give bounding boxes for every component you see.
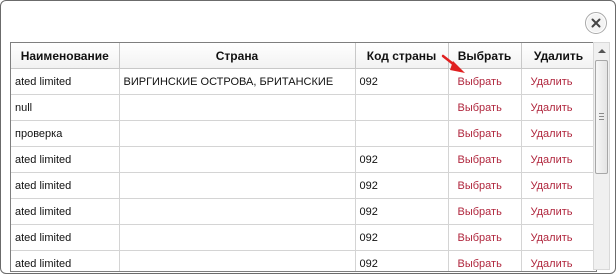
header-select[interactable]: Выбрать — [448, 43, 522, 69]
table-row: ated limited 092 Выбрать Удалить — [11, 198, 596, 225]
delete-link[interactable]: Удалить — [521, 68, 596, 95]
cell-code — [355, 94, 449, 121]
select-link[interactable]: Выбрать — [448, 68, 522, 95]
close-icon — [591, 18, 601, 28]
cell-name: ated limited — [11, 146, 120, 173]
cell-code: 092 — [355, 172, 449, 199]
select-link[interactable]: Выбрать — [448, 224, 522, 251]
cell-country — [119, 172, 356, 199]
close-button[interactable] — [585, 12, 607, 34]
table-row: ated limited ВИРГИНСКИЕ ОСТРОВА, БРИТАНС… — [11, 68, 596, 95]
cell-country — [119, 250, 356, 271]
cell-country — [119, 94, 356, 121]
cell-code — [355, 120, 449, 147]
cell-name: ated limited — [11, 198, 120, 225]
table-header-row: Наименование Страна Код страны Выбрать У… — [11, 43, 596, 69]
cell-country — [119, 224, 356, 251]
scroll-thumb[interactable] — [595, 60, 608, 174]
chevron-up-icon — [597, 48, 606, 53]
delete-link[interactable]: Удалить — [521, 198, 596, 225]
delete-link[interactable]: Удалить — [521, 146, 596, 173]
cell-name: ated limited — [11, 250, 120, 271]
table-row: проверка Выбрать Удалить — [11, 120, 596, 147]
table-row: ated limited 092 Выбрать Удалить — [11, 250, 596, 271]
cell-country — [119, 120, 356, 147]
table-container: Наименование Страна Код страны Выбрать У… — [10, 42, 597, 272]
delete-link[interactable]: Удалить — [521, 250, 596, 271]
dialog-window: Наименование Страна Код страны Выбрать У… — [0, 0, 616, 274]
select-link[interactable]: Выбрать — [448, 94, 522, 121]
delete-link[interactable]: Удалить — [521, 94, 596, 121]
vertical-scrollbar[interactable] — [593, 42, 610, 270]
table-row: ated limited 092 Выбрать Удалить — [11, 146, 596, 173]
grip-line — [599, 119, 604, 120]
select-link[interactable]: Выбрать — [448, 198, 522, 225]
header-country[interactable]: Страна — [119, 43, 356, 69]
table-row: ated limited 092 Выбрать Удалить — [11, 224, 596, 251]
delete-link[interactable]: Удалить — [521, 120, 596, 147]
cell-name: ated limited — [11, 68, 120, 95]
header-name[interactable]: Наименование — [11, 43, 120, 69]
records-table: Наименование Страна Код страны Выбрать У… — [11, 43, 596, 271]
table-row: ated limited 092 Выбрать Удалить — [11, 172, 596, 199]
cell-code: 092 — [355, 224, 449, 251]
cell-country — [119, 198, 356, 225]
select-link[interactable]: Выбрать — [448, 120, 522, 147]
cell-name: null — [11, 94, 120, 121]
table-row: null Выбрать Удалить — [11, 94, 596, 121]
cell-code: 092 — [355, 146, 449, 173]
grip-line — [599, 116, 604, 117]
select-link[interactable]: Выбрать — [448, 146, 522, 173]
cell-code: 092 — [355, 250, 449, 271]
header-country-code[interactable]: Код страны — [355, 43, 449, 69]
scroll-up-button[interactable] — [594, 43, 609, 58]
cell-name: проверка — [11, 120, 120, 147]
grip-line — [599, 113, 604, 114]
cell-code: 092 — [355, 198, 449, 225]
cell-country — [119, 146, 356, 173]
cell-country: ВИРГИНСКИЕ ОСТРОВА, БРИТАНСКИЕ — [119, 68, 356, 95]
select-link[interactable]: Выбрать — [448, 250, 522, 271]
cell-name: ated limited — [11, 224, 120, 251]
cell-name: ated limited — [11, 172, 120, 199]
delete-link[interactable]: Удалить — [521, 172, 596, 199]
header-delete[interactable]: Удалить — [521, 43, 596, 69]
delete-link[interactable]: Удалить — [521, 224, 596, 251]
select-link[interactable]: Выбрать — [448, 172, 522, 199]
cell-code: 092 — [355, 68, 449, 95]
